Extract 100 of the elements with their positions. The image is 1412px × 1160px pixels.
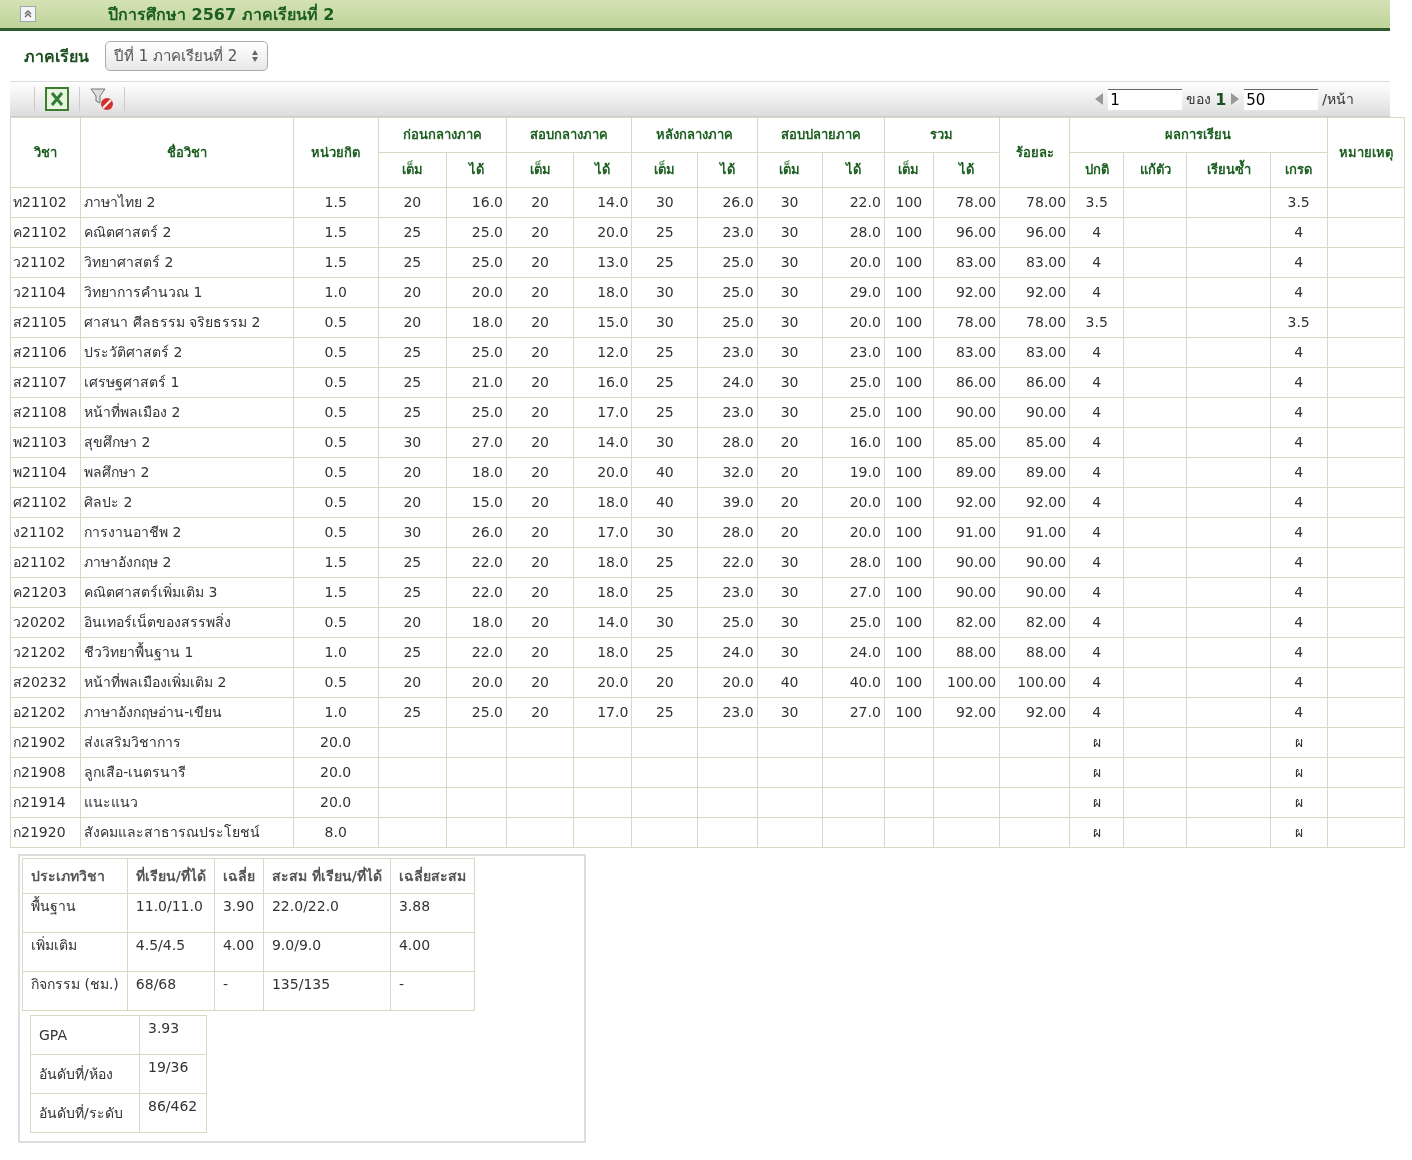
table-cell: 4 bbox=[1069, 217, 1124, 248]
table-cell: ก21908 bbox=[10, 757, 81, 788]
table-cell: 4 bbox=[1069, 517, 1124, 548]
table-cell: 20 bbox=[506, 637, 574, 668]
table-cell: 20 bbox=[506, 397, 574, 428]
table-cell: 91.00 bbox=[933, 517, 1000, 548]
table-cell: - bbox=[214, 971, 264, 1011]
table-cell: 4 bbox=[1069, 397, 1124, 428]
table-cell: 20.0 bbox=[446, 667, 507, 698]
table-cell: 20 bbox=[506, 697, 574, 728]
table-cell: 20.0 bbox=[573, 667, 632, 698]
table-cell: 30 bbox=[757, 367, 823, 398]
table-cell: 17.0 bbox=[573, 397, 632, 428]
previous-page-icon[interactable] bbox=[1094, 92, 1105, 106]
table-cell: 25 bbox=[378, 637, 447, 668]
table-cell: 21.0 bbox=[446, 367, 507, 398]
table-cell: 12.0 bbox=[573, 337, 632, 368]
table-cell: 20 bbox=[506, 667, 574, 698]
table-cell: 20 bbox=[757, 457, 823, 488]
next-page-icon[interactable] bbox=[1230, 92, 1241, 106]
table-cell: 100.00 bbox=[999, 667, 1070, 698]
table-cell: 25.0 bbox=[446, 397, 507, 428]
stat-label: อันดับที่/ห้อง bbox=[30, 1054, 140, 1094]
stat-label: GPA bbox=[30, 1015, 140, 1055]
table-cell: 22.0 bbox=[446, 577, 507, 608]
table-cell: 100 bbox=[884, 667, 934, 698]
table-cell: 83.00 bbox=[999, 337, 1070, 368]
table-cell: 100.00 bbox=[933, 667, 1000, 698]
table-cell: 100 bbox=[884, 457, 934, 488]
table-cell: 25.0 bbox=[697, 277, 758, 308]
table-cell: 0.5 bbox=[293, 307, 379, 338]
table-cell: ประวัติศาสตร์ 2 bbox=[80, 337, 294, 368]
term-select[interactable]: ปีที่ 1 ภาคเรียนที่ 2 bbox=[105, 41, 269, 71]
table-cell: 0.5 bbox=[293, 517, 379, 548]
table-cell: 20 bbox=[506, 277, 574, 308]
table-cell: ว20202 bbox=[10, 607, 81, 638]
total-pages: 1 bbox=[1215, 89, 1227, 109]
table-cell: 92.00 bbox=[999, 697, 1070, 728]
table-cell: 90.00 bbox=[999, 577, 1070, 608]
table-cell: 18.0 bbox=[446, 457, 507, 488]
table-cell: 25 bbox=[378, 217, 447, 248]
stat-value: 86/462 bbox=[139, 1093, 207, 1133]
table-cell: การงานอาชีพ 2 bbox=[80, 517, 294, 548]
table-cell: 86.00 bbox=[933, 367, 1000, 398]
table-cell: 25.0 bbox=[446, 217, 507, 248]
table-cell: 4 bbox=[1270, 457, 1328, 488]
table-cell: 23.0 bbox=[697, 397, 758, 428]
page-size-field[interactable]: 50 bbox=[1244, 88, 1319, 110]
panel-title: ปีการศึกษา 2567 ภาคเรียนที่ 2 bbox=[108, 2, 335, 26]
table-cell: เศรษฐศาสตร์ 1 bbox=[80, 367, 294, 398]
table-cell: ผ bbox=[1270, 757, 1328, 788]
table-cell: 4 bbox=[1069, 457, 1124, 488]
table-cell: 30 bbox=[378, 427, 447, 458]
select-caret-icon[interactable] bbox=[251, 49, 260, 63]
table-cell: 100 bbox=[884, 487, 934, 518]
table-cell: 27.0 bbox=[822, 577, 885, 608]
table-cell: 4 bbox=[1270, 427, 1328, 458]
table-cell: 4 bbox=[1270, 247, 1328, 278]
table-cell: 100 bbox=[884, 547, 934, 578]
table-cell: 92.00 bbox=[933, 487, 1000, 518]
table-cell: 25.0 bbox=[697, 307, 758, 338]
table-cell: 4 bbox=[1069, 667, 1124, 698]
excel-icon[interactable] bbox=[45, 87, 69, 111]
column-header: ร้อยละ bbox=[999, 117, 1070, 188]
page-number-field[interactable]: 1 bbox=[1108, 88, 1183, 110]
table-cell: 28.0 bbox=[697, 427, 758, 458]
table-cell: 20 bbox=[378, 187, 447, 218]
table-cell: 100 bbox=[884, 247, 934, 278]
table-cell: 19.0 bbox=[822, 457, 885, 488]
table-cell: 25.0 bbox=[822, 397, 885, 428]
table-cell: 25 bbox=[378, 577, 447, 608]
table-cell: 22.0 bbox=[697, 547, 758, 578]
table-cell: 100 bbox=[884, 697, 934, 728]
table-cell: 20.0 bbox=[573, 217, 632, 248]
table-cell: ท21102 bbox=[10, 187, 81, 218]
table-cell: 0.5 bbox=[293, 337, 379, 368]
table-cell: อ21102 bbox=[10, 547, 81, 578]
table-cell: 100 bbox=[884, 367, 934, 398]
table-cell: 3.88 bbox=[390, 893, 475, 933]
table-cell: 20 bbox=[506, 367, 574, 398]
clear-filter-icon[interactable] bbox=[90, 87, 114, 111]
table-cell: 25 bbox=[631, 697, 698, 728]
table-cell: 20.0 bbox=[697, 667, 758, 698]
table-cell: 20 bbox=[757, 517, 823, 548]
table-cell: 30 bbox=[378, 517, 447, 548]
table-cell: 22.0 bbox=[446, 637, 507, 668]
table-cell: 22.0 bbox=[822, 187, 885, 218]
table-cell: 30 bbox=[631, 427, 698, 458]
table-cell: 20 bbox=[506, 307, 574, 338]
table-cell: 4.5/4.5 bbox=[127, 932, 215, 972]
table-cell: 24.0 bbox=[697, 637, 758, 668]
table-cell: 85.00 bbox=[933, 427, 1000, 458]
table-cell: 1.5 bbox=[293, 217, 379, 248]
table-cell: 20 bbox=[506, 607, 574, 638]
table-cell: 68/68 bbox=[127, 971, 215, 1011]
table-cell: 16.0 bbox=[446, 187, 507, 218]
table-cell: ส่งเสริมวิชาการ bbox=[80, 727, 294, 758]
table-cell: 14.0 bbox=[573, 607, 632, 638]
collapse-button[interactable] bbox=[20, 6, 36, 22]
column-header: ที่เรียน/ที่ได้ bbox=[127, 858, 215, 894]
